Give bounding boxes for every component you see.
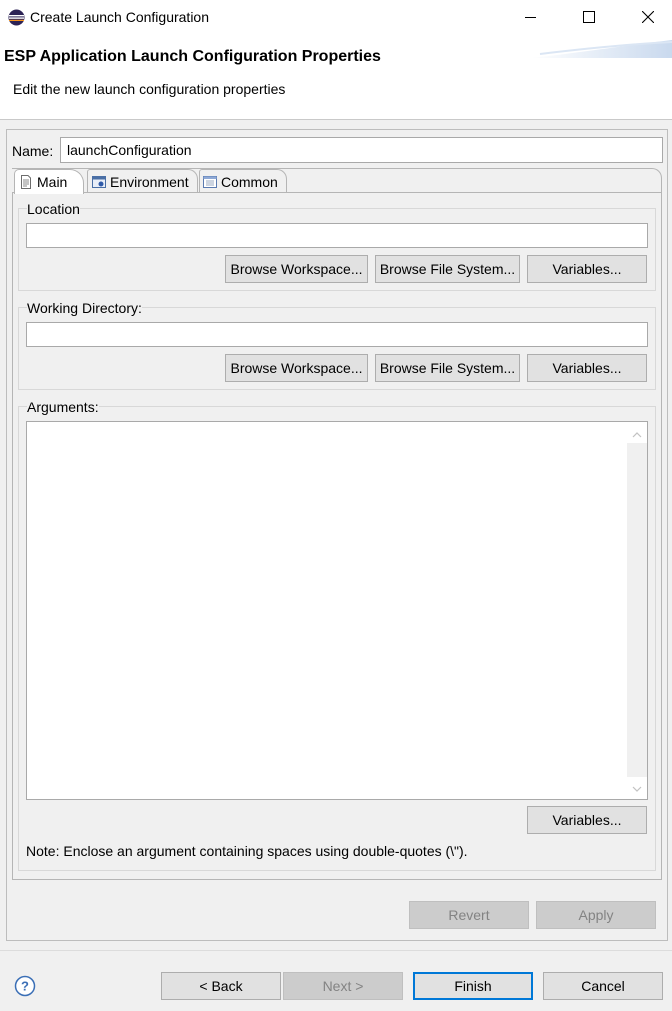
name-label: Name: xyxy=(12,143,54,159)
svg-text:?: ? xyxy=(21,979,29,994)
next-button[interactable]: Next > xyxy=(283,972,403,1000)
finish-button[interactable]: Finish xyxy=(413,972,533,1000)
window-title: Create Launch Configuration xyxy=(30,9,210,25)
tab-main-label: Main xyxy=(37,174,68,190)
tab-environment[interactable]: Environment xyxy=(87,169,198,193)
minimize-button[interactable] xyxy=(508,0,554,36)
maximize-button[interactable] xyxy=(566,0,612,36)
scrollbar-track[interactable] xyxy=(627,443,647,777)
arguments-variables-button[interactable]: Variables... xyxy=(527,806,647,834)
footer-separator xyxy=(0,950,672,951)
header-description: Edit the new launch configuration proper… xyxy=(13,81,286,97)
help-icon[interactable]: ? xyxy=(14,975,36,997)
header-title: ESP Application Launch Configuration Pro… xyxy=(4,48,381,65)
common-icon xyxy=(203,175,217,189)
tab-common[interactable]: Common xyxy=(199,169,287,193)
location-field[interactable] xyxy=(26,223,648,248)
location-browse-workspace-button[interactable]: Browse Workspace... xyxy=(225,255,368,283)
apply-button[interactable]: Apply xyxy=(536,901,656,929)
close-button[interactable] xyxy=(625,0,671,36)
dialog-header: ESP Application Launch Configuration Pro… xyxy=(0,36,672,120)
back-button[interactable]: < Back xyxy=(161,972,281,1000)
revert-button[interactable]: Revert xyxy=(409,901,529,929)
cancel-button[interactable]: Cancel xyxy=(543,972,663,1000)
working-directory-browse-file-system-button[interactable]: Browse File System... xyxy=(375,354,520,382)
close-icon xyxy=(641,10,655,26)
arguments-textarea[interactable] xyxy=(26,421,648,800)
tab-common-label: Common xyxy=(221,173,278,190)
chevron-down-icon xyxy=(632,779,642,795)
header-banner-graphic xyxy=(530,36,672,66)
scroll-up-arrow[interactable] xyxy=(627,423,647,443)
arguments-label: Arguments: xyxy=(27,399,99,415)
tab-main[interactable]: Main xyxy=(14,169,84,194)
location-label: Location xyxy=(27,201,80,217)
chevron-up-icon xyxy=(632,425,642,441)
eclipse-icon xyxy=(8,9,25,26)
working-directory-field[interactable] xyxy=(26,322,648,347)
working-directory-browse-workspace-button[interactable]: Browse Workspace... xyxy=(225,354,368,382)
working-directory-variables-button[interactable]: Variables... xyxy=(527,354,647,382)
document-icon xyxy=(19,175,33,189)
location-variables-button[interactable]: Variables... xyxy=(527,255,647,283)
location-browse-file-system-button[interactable]: Browse File System... xyxy=(375,255,520,283)
maximize-icon xyxy=(583,10,595,26)
environment-icon xyxy=(92,175,106,189)
working-directory-label: Working Directory: xyxy=(27,300,142,316)
minimize-icon xyxy=(525,10,537,26)
scroll-down-arrow[interactable] xyxy=(627,777,647,797)
name-field[interactable] xyxy=(60,137,663,163)
tab-environment-label: Environment xyxy=(110,173,189,190)
arguments-note: Note: Enclose an argument containing spa… xyxy=(26,843,468,859)
